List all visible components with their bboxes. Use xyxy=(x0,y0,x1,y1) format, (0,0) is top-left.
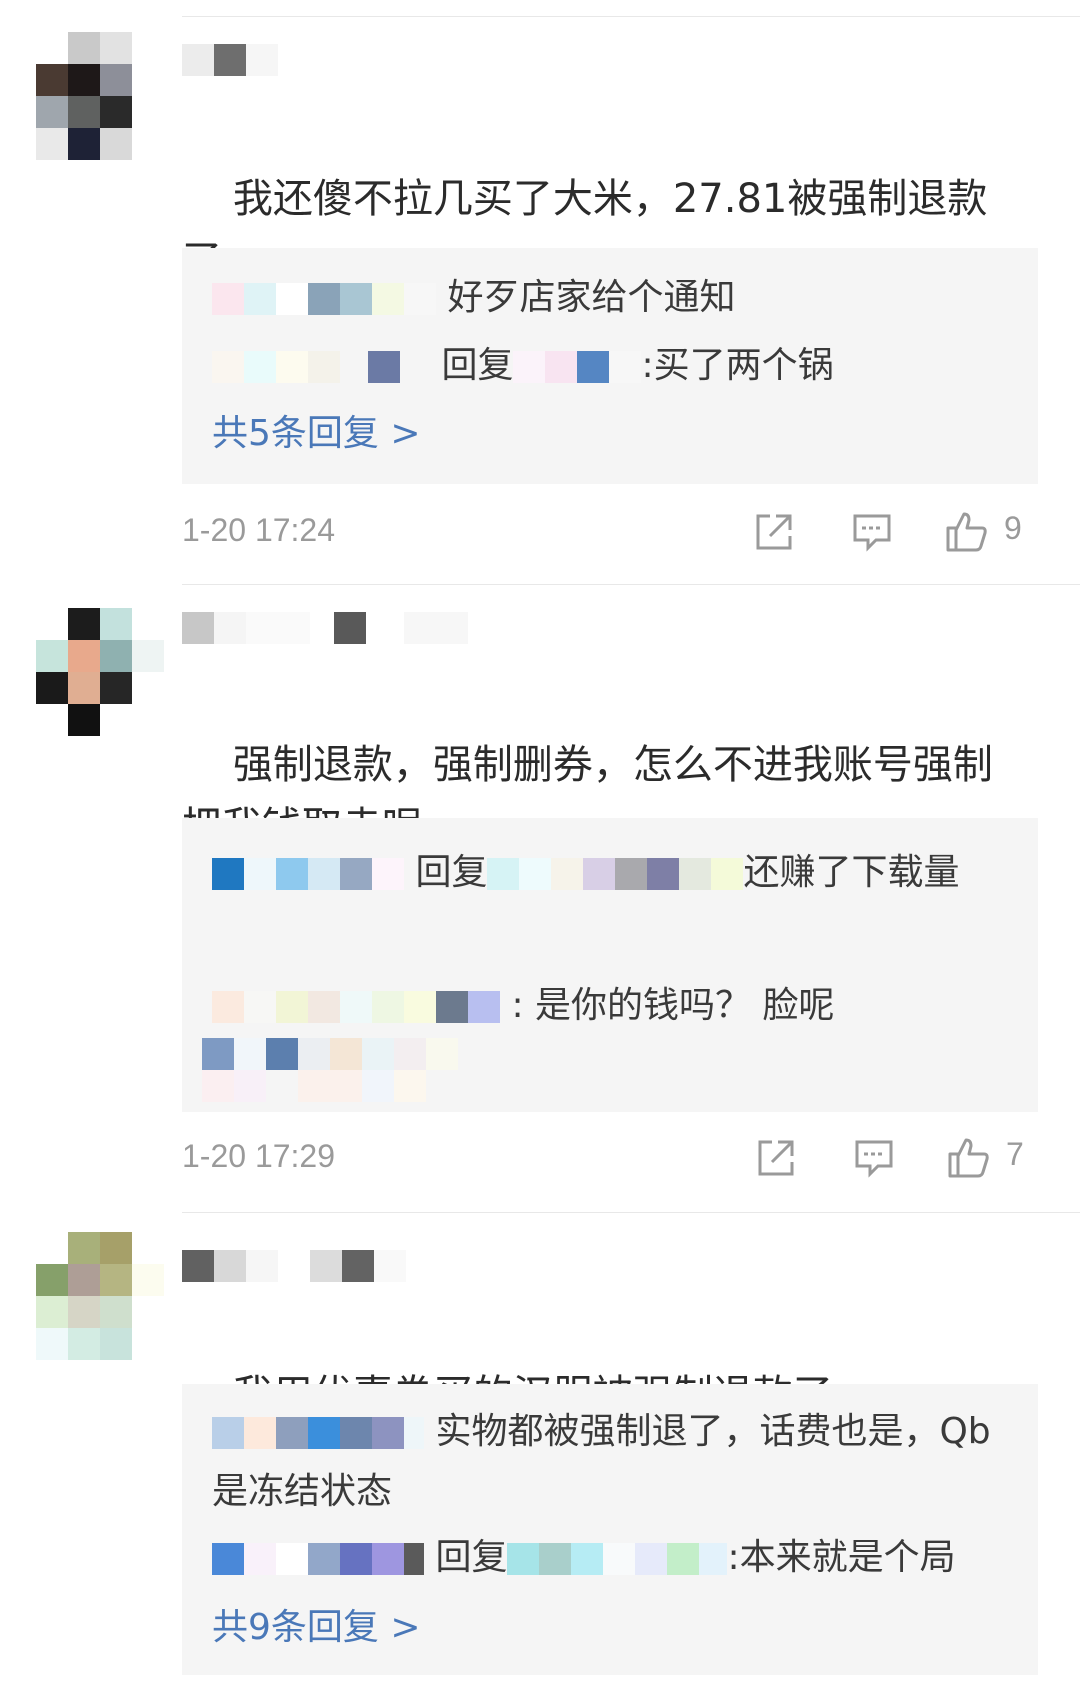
comment-divider xyxy=(182,1212,1080,1213)
reply-text: 好歹店家给个通知 xyxy=(447,277,736,318)
reply-text: 还赚了下载量 xyxy=(743,852,960,893)
replier-name[interactable] xyxy=(212,985,511,1026)
reply-prefix: 回复 xyxy=(441,345,514,386)
share-button[interactable] xyxy=(752,504,796,560)
comment-button[interactable] xyxy=(852,1130,896,1186)
replier-name[interactable] xyxy=(212,852,415,893)
reply-item[interactable]: : 是你的钱吗？ 脸呢 xyxy=(212,978,1012,1034)
username[interactable] xyxy=(182,612,482,646)
mentioned-user[interactable] xyxy=(487,852,744,893)
like-count: 9 xyxy=(1004,510,1022,546)
mentioned-user[interactable] xyxy=(507,1537,728,1578)
comment-button[interactable] xyxy=(850,504,894,560)
reply-box[interactable]: 好歹店家给个通知 回复 :买了两个锅 共5条回复 > xyxy=(182,248,1038,484)
avatar[interactable] xyxy=(36,1232,164,1360)
mentioned-user[interactable] xyxy=(513,345,642,386)
reply-text: :买了两个锅 xyxy=(641,345,834,386)
replier-name[interactable] xyxy=(212,1411,435,1452)
avatar[interactable] xyxy=(36,608,168,736)
reply-prefix: 回复 xyxy=(415,852,488,893)
share-icon xyxy=(758,1140,794,1176)
like-button[interactable]: 7 xyxy=(946,1130,1036,1186)
more-replies-link[interactable]: 共9条回复 > xyxy=(212,1600,421,1656)
reply-text: : 是你的钱吗？ 脸呢 xyxy=(511,985,835,1026)
reply-item[interactable]: 回复 还赚了下载量 xyxy=(212,838,1012,908)
comment-meta: 1-20 17:29 7 xyxy=(182,1130,1042,1186)
replier-name[interactable] xyxy=(202,1038,462,1102)
timestamp: 1-20 17:24 xyxy=(182,512,336,548)
comment-divider xyxy=(182,584,1080,585)
reply-text: :本来就是个局 xyxy=(727,1537,956,1578)
comment-icon xyxy=(855,1140,893,1178)
replier-name[interactable] xyxy=(212,1537,435,1578)
thumbs-up-icon xyxy=(948,1138,989,1178)
reply-item[interactable]: 回复 :本来就是个局 xyxy=(212,1530,1012,1586)
comment-icon xyxy=(853,514,891,552)
avatar[interactable] xyxy=(36,32,164,160)
like-button[interactable]: 9 xyxy=(944,504,1034,560)
reply-item[interactable]: 回复 :买了两个锅 xyxy=(212,338,1012,394)
replier-name[interactable] xyxy=(212,277,447,318)
timestamp: 1-20 17:29 xyxy=(182,1138,336,1174)
more-replies-link[interactable]: 共5条回复 > xyxy=(212,406,421,462)
username[interactable] xyxy=(182,1250,422,1284)
share-button[interactable] xyxy=(754,1130,798,1186)
comment-meta: 1-20 17:24 9 xyxy=(182,504,1042,560)
thumbs-up-icon xyxy=(946,512,987,552)
share-icon xyxy=(756,514,792,550)
reply-prefix: 回复 xyxy=(435,1537,508,1578)
replier-name[interactable] xyxy=(212,345,441,386)
username[interactable] xyxy=(182,44,282,78)
reply-box[interactable]: 实物都被强制退了，话费也是，Qb是冻结状态 回复 :本来就是个局 共9条回复 > xyxy=(182,1384,1038,1675)
reply-item[interactable]: 好歹店家给个通知 xyxy=(212,270,1012,326)
like-count: 7 xyxy=(1006,1136,1024,1172)
reply-box[interactable]: 回复 还赚了下载量 : 是你的钱吗？ 脸呢 xyxy=(182,818,1038,1112)
top-divider xyxy=(182,16,1080,17)
reply-item[interactable]: 实物都被强制退了，话费也是，Qb是冻结状态 xyxy=(212,1402,1012,1522)
